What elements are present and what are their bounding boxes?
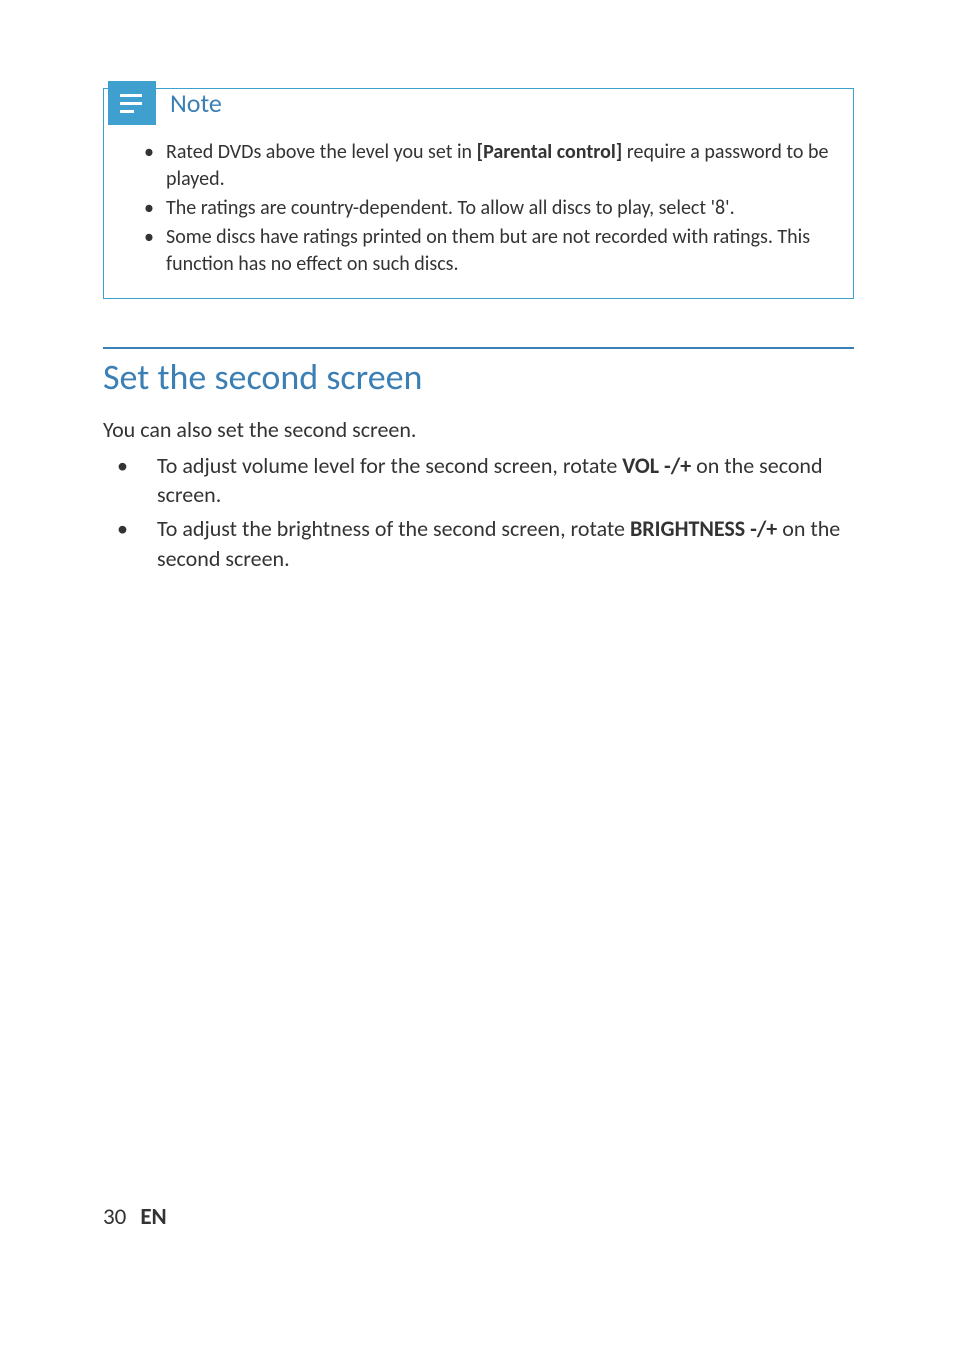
list-text: To adjust the brightness of the second s… [157, 515, 630, 542]
section-heading: Set the second screen [103, 355, 854, 399]
note-item: Some discs have ratings printed on them … [146, 224, 833, 278]
section-list: To adjust volume level for the second sc… [103, 451, 854, 574]
note-callout: Note Rated DVDs above the level you set … [103, 88, 854, 299]
section-rule [103, 347, 854, 349]
page-language: EN [140, 1203, 166, 1231]
note-title: Note [170, 87, 222, 119]
list-item: To adjust volume level for the second sc… [117, 451, 854, 510]
note-item: Rated DVDs above the level you set in [P… [146, 139, 833, 193]
list-text-bold: BRIGHTNESS -/+ [630, 515, 777, 542]
page-number: 30 [103, 1203, 126, 1231]
list-text: To adjust volume level for the second sc… [157, 452, 622, 479]
note-text: The ratings are country-dependent. To al… [166, 196, 735, 220]
note-text-bold: [Parental control] [477, 140, 623, 164]
page-footer: 30 EN [103, 1203, 167, 1231]
note-text: Some discs have ratings printed on them … [166, 225, 810, 276]
note-icon [108, 81, 156, 125]
list-text-bold: VOL -/+ [622, 452, 691, 479]
note-text: Rated DVDs above the level you set in [166, 140, 477, 164]
note-list: Rated DVDs above the level you set in [P… [124, 139, 833, 278]
note-header: Note [124, 81, 833, 125]
section-intro: You can also set the second screen. [103, 415, 854, 445]
list-item: To adjust the brightness of the second s… [117, 514, 854, 573]
note-item: The ratings are country-dependent. To al… [146, 195, 833, 222]
